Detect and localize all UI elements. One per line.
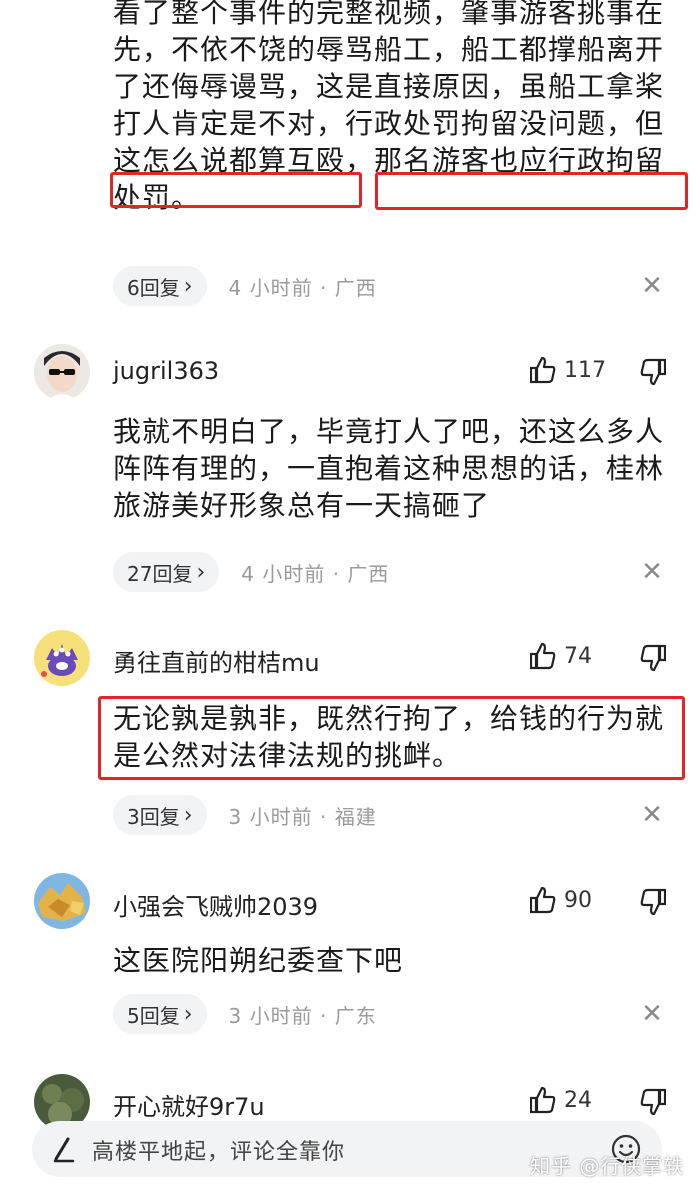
chevron-right-icon: › [196, 559, 206, 585]
reply-count-label: 6回复 [127, 275, 180, 300]
comment-time-location: 3 小时前 · 福建 [228, 804, 377, 829]
comment-line: 打人肯定是不对，行政处罚拘留没问题，但 [113, 107, 665, 140]
thumbs-down-icon [640, 644, 667, 672]
reply-count-button[interactable]: 3回复 › [113, 795, 207, 835]
comment-line: 了还侮辱谩骂，这是直接原因，虽船工拿桨 [113, 70, 665, 103]
close-icon[interactable]: ✕ [640, 1001, 664, 1027]
thumbs-up-icon [530, 1086, 556, 1114]
comment-time-location: 4 小时前 · 广西 [228, 275, 377, 300]
like-button[interactable]: 24 [530, 1086, 592, 1114]
comment-input-placeholder: 高楼平地起，评论全靠你 [92, 1140, 346, 1165]
like-button[interactable]: 90 [530, 886, 592, 914]
dislike-button[interactable] [640, 888, 667, 920]
username[interactable]: 勇往直前的柑桔mu [113, 643, 320, 678]
dislike-button[interactable] [640, 644, 667, 676]
comment-line: 旅游美好形象总有一天搞砸了 [113, 489, 491, 522]
close-icon[interactable]: ✕ [640, 802, 664, 828]
dislike-button[interactable] [640, 1088, 667, 1120]
close-icon[interactable]: ✕ [640, 559, 664, 585]
like-button[interactable]: 74 [530, 642, 592, 670]
like-count: 24 [564, 1087, 592, 1113]
comment-text: 我就不明白了，毕竟打人了吧，还这么多人 阵阵有理的，一直抱着这种思想的话，桂林 … [113, 413, 673, 524]
comment-time-location: 4 小时前 · 广西 [241, 561, 390, 586]
chevron-right-icon: › [183, 273, 193, 299]
reply-count-label: 3回复 [127, 804, 180, 829]
like-button[interactable]: 117 [530, 356, 606, 384]
reply-count-button[interactable]: 27回复 › [113, 552, 220, 592]
comment-meta-row: 27回复 › 4 小时前 · 广西 [113, 550, 389, 594]
comment-time-location: 3 小时前 · 广东 [228, 1003, 377, 1028]
thumbs-down-icon [640, 1088, 667, 1116]
comment-meta-row: 6回复 › 4 小时前 · 广西 [113, 264, 377, 308]
avatar[interactable] [34, 873, 90, 929]
thumbs-up-icon [530, 642, 556, 670]
comment-text: 这医院阳朔纪委查下吧 [113, 942, 673, 979]
highlight-box [375, 172, 688, 210]
reply-count-label: 27回复 [127, 561, 193, 586]
comment-meta-row: 3回复 › 3 小时前 · 福建 [113, 793, 377, 837]
dislike-button[interactable] [640, 358, 667, 390]
avatar[interactable] [34, 630, 90, 686]
reply-count-button[interactable]: 6回复 › [113, 266, 207, 306]
comment-line: 这医院阳朔纪委查下吧 [113, 944, 404, 977]
chevron-right-icon: › [183, 1001, 193, 1027]
like-count: 74 [564, 643, 592, 669]
comment-line: 看了整个事件的完整视频，肇事游客挑事在 [113, 0, 665, 29]
highlight-box [110, 172, 362, 208]
thumbs-up-icon [530, 356, 556, 384]
username[interactable]: jugril363 [113, 357, 219, 385]
pen-icon [53, 1137, 75, 1163]
username[interactable]: 小强会飞贼帅2039 [113, 887, 318, 922]
like-count: 90 [564, 887, 592, 913]
reply-count-button[interactable]: 5回复 › [113, 994, 207, 1034]
watermark: 知乎 @行侠掌轶 [530, 1154, 685, 1178]
like-count: 117 [564, 357, 606, 383]
thumbs-down-icon [640, 358, 667, 386]
comment-line: 我就不明白了，毕竟打人了吧，还这么多人 [113, 415, 665, 448]
comment-meta-row: 5回复 › 3 小时前 · 广东 [113, 992, 377, 1036]
thumbs-down-icon [640, 888, 667, 916]
username[interactable]: 开心就好9r7u [113, 1087, 265, 1122]
comment-line: 先，不依不饶的辱骂船工，船工都撑船离开 [113, 33, 665, 66]
avatar[interactable] [34, 344, 90, 400]
highlight-box [98, 696, 685, 780]
comment-feed: 看了整个事件的完整视频，肇事游客挑事在 先，不依不饶的辱骂船工，船工都撑船离开 … [0, 0, 698, 1190]
reply-count-label: 5回复 [127, 1003, 180, 1028]
close-icon[interactable]: ✕ [640, 273, 664, 299]
chevron-right-icon: › [183, 802, 193, 828]
thumbs-up-icon [530, 886, 556, 914]
comment-line: 阵阵有理的，一直抱着这种思想的话，桂林 [113, 452, 665, 485]
